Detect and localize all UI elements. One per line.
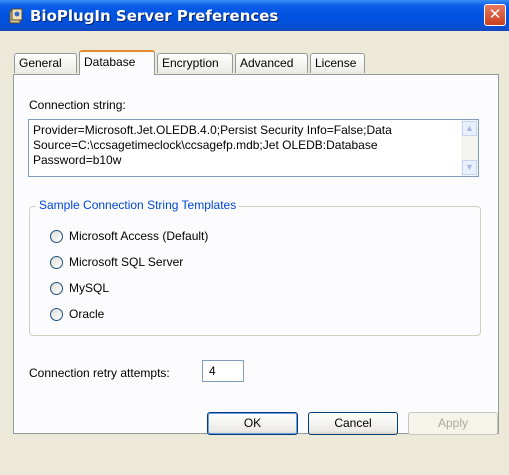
close-button[interactable]: ✕	[484, 4, 506, 26]
tab-general[interactable]: General	[14, 53, 77, 73]
title-bar[interactable]: BioPlugIn Server Preferences ✕	[0, 0, 509, 31]
radio-label[interactable]: Oracle	[69, 307, 104, 321]
window-body: General Database Encryption Advanced Lic…	[0, 31, 509, 475]
ok-button[interactable]: OK	[207, 412, 298, 435]
connection-string-label: Connection string:	[29, 98, 126, 112]
radio-button-icon[interactable]	[50, 230, 63, 243]
connection-string-value[interactable]: Provider=Microsoft.Jet.OLEDB.4.0;Persist…	[33, 123, 457, 168]
templates-group-legend: Sample Connection String Templates	[36, 198, 240, 212]
scroll-down-arrow-icon[interactable]: ▼	[462, 160, 477, 175]
retry-attempts-label: Connection retry attempts:	[29, 366, 170, 380]
radio-label[interactable]: Microsoft SQL Server	[69, 255, 183, 269]
scroll-up-arrow-icon[interactable]: ▲	[462, 121, 477, 136]
apply-button[interactable]: Apply	[408, 412, 498, 435]
radio-button-icon[interactable]	[50, 256, 63, 269]
templates-group: Sample Connection String Templates Micro…	[29, 198, 481, 336]
tab-encryption[interactable]: Encryption	[157, 53, 233, 73]
app-icon	[9, 8, 23, 24]
tab-advanced[interactable]: Advanced	[235, 53, 308, 73]
database-tab-page: Connection string: Provider=Microsoft.Je…	[13, 74, 499, 434]
tab-license[interactable]: License	[310, 53, 365, 73]
radio-button-icon[interactable]	[50, 308, 63, 321]
window-title: BioPlugIn Server Preferences	[30, 7, 279, 25]
connection-string-field[interactable]: Provider=Microsoft.Jet.OLEDB.4.0;Persist…	[28, 119, 479, 177]
radio-label[interactable]: Microsoft Access (Default)	[69, 229, 208, 243]
cancel-button[interactable]: Cancel	[308, 412, 398, 435]
close-icon: ✕	[488, 6, 502, 23]
radio-label[interactable]: MySQL	[69, 281, 109, 295]
vertical-scrollbar[interactable]: ▲ ▼	[461, 120, 478, 176]
retry-attempts-input[interactable]: 4	[202, 360, 244, 382]
radio-button-icon[interactable]	[50, 282, 63, 295]
tab-database[interactable]: Database	[79, 50, 155, 75]
